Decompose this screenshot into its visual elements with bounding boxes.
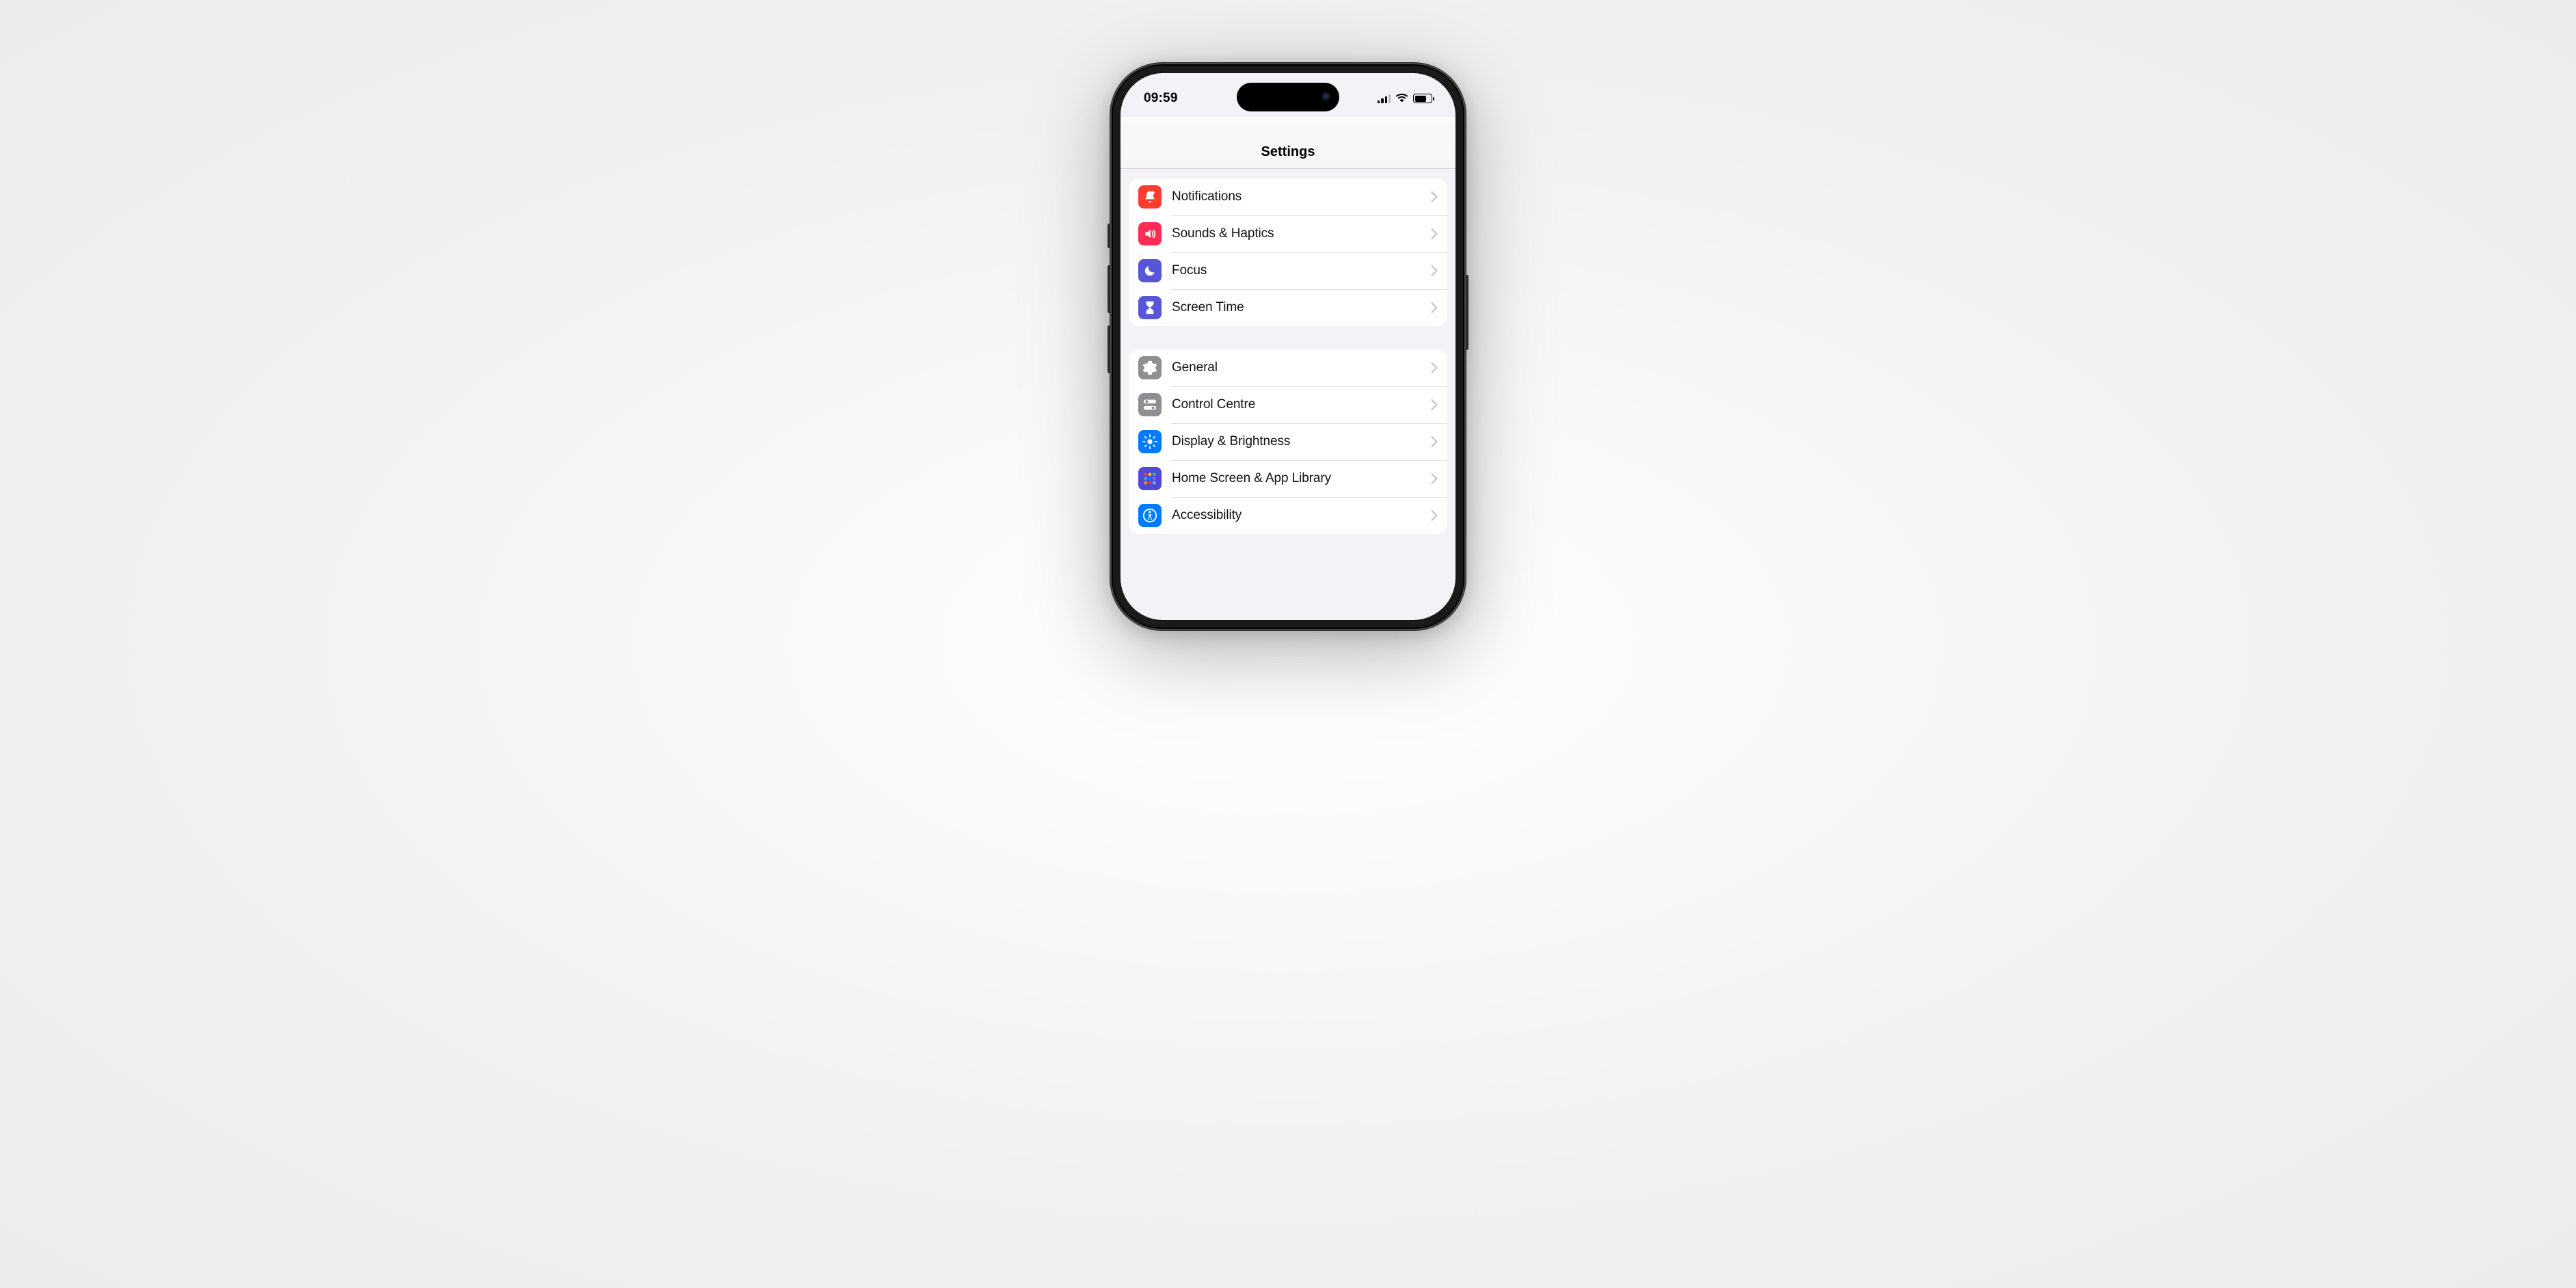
chevron-right-icon [1431, 228, 1438, 239]
chevron-right-icon [1431, 362, 1438, 373]
row-sounds-haptics[interactable]: Sounds & Haptics [1129, 215, 1447, 252]
row-screen-time[interactable]: Screen Time [1129, 289, 1447, 326]
bell-icon [1138, 185, 1162, 209]
wifi-icon [1395, 92, 1408, 105]
hourglass-icon [1138, 296, 1162, 319]
moon-icon [1138, 259, 1162, 282]
row-control-centre[interactable]: Control Centre [1129, 386, 1447, 423]
row-label: Display & Brightness [1172, 434, 1431, 449]
settings-group: General Control Centre [1129, 349, 1447, 534]
row-accessibility[interactable]: Accessibility [1129, 497, 1447, 534]
row-label: Accessibility [1172, 508, 1431, 523]
row-label: Screen Time [1172, 300, 1431, 315]
switches-icon [1138, 393, 1162, 416]
accessibility-icon [1138, 504, 1162, 527]
row-display-brightness[interactable]: Display & Brightness [1129, 423, 1447, 460]
row-focus[interactable]: Focus [1129, 252, 1447, 289]
phone-mockup: 09:59 Settings [1110, 63, 1466, 630]
page-title: Settings [1261, 144, 1315, 160]
row-label: General [1172, 360, 1431, 375]
app-grid-icon [1138, 467, 1162, 490]
row-label: Sounds & Haptics [1172, 226, 1431, 241]
row-label: Focus [1172, 263, 1431, 278]
chevron-right-icon [1431, 436, 1438, 447]
settings-list[interactable]: Notifications Sounds & Haptics [1121, 169, 1455, 534]
settings-group: Notifications Sounds & Haptics [1129, 178, 1447, 326]
chevron-right-icon [1431, 191, 1438, 202]
speaker-icon [1138, 222, 1162, 245]
row-label: Notifications [1172, 189, 1431, 204]
row-label: Control Centre [1172, 397, 1431, 412]
chevron-right-icon [1431, 302, 1438, 313]
chevron-right-icon [1431, 510, 1438, 521]
battery-icon [1413, 94, 1432, 103]
cellular-signal-icon [1378, 94, 1391, 103]
navigation-bar: Settings [1121, 117, 1455, 169]
brightness-icon [1138, 430, 1162, 453]
row-label: Home Screen & App Library [1172, 471, 1431, 486]
dynamic-island [1237, 83, 1339, 111]
status-time: 09:59 [1144, 91, 1178, 106]
row-general[interactable]: General [1129, 349, 1447, 386]
gear-icon [1138, 356, 1162, 379]
chevron-right-icon [1431, 265, 1438, 276]
chevron-right-icon [1431, 399, 1438, 410]
screen: 09:59 Settings [1121, 73, 1455, 620]
row-notifications[interactable]: Notifications [1129, 178, 1447, 215]
row-home-screen-app-library[interactable]: Home Screen & App Library [1129, 460, 1447, 497]
chevron-right-icon [1431, 473, 1438, 484]
